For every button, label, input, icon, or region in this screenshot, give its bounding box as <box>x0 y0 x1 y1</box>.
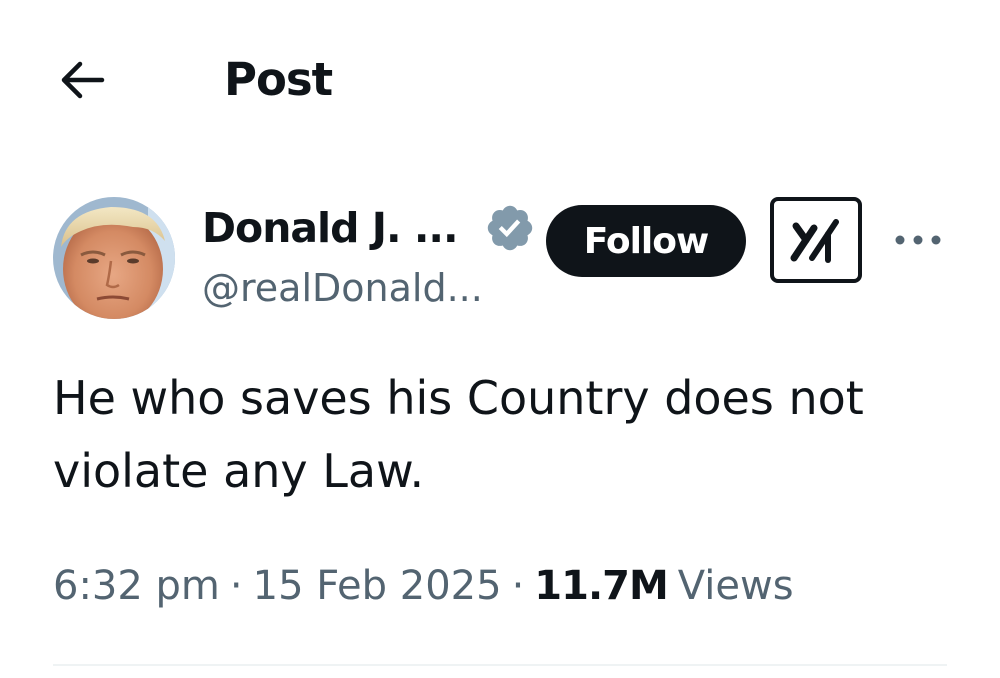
more-horizontal-icon <box>895 235 941 245</box>
author-handle[interactable]: @realDonald... <box>202 262 483 314</box>
post-time[interactable]: 6:32 pm <box>53 563 220 609</box>
post-date[interactable]: 15 Feb 2025 <box>253 563 502 609</box>
back-button[interactable] <box>52 52 112 108</box>
views-count: 11.7M <box>534 563 668 609</box>
avatar[interactable] <box>53 197 175 319</box>
page-title: Post <box>224 53 333 106</box>
meta-separator: · <box>511 563 525 609</box>
more-options-button[interactable] <box>888 216 948 264</box>
views-label: Views <box>677 563 794 609</box>
author-display-name[interactable]: Donald J. ... <box>202 204 459 252</box>
post-meta: 6:32 pm · 15 Feb 2025 · 11.7M Views <box>53 556 794 616</box>
arrow-left-icon <box>61 61 105 99</box>
author-name-row: Donald J. ... <box>202 198 536 258</box>
meta-separator: · <box>229 563 243 609</box>
grok-icon <box>790 219 839 263</box>
divider <box>53 664 947 666</box>
grok-button[interactable] <box>770 197 862 283</box>
post-text: He who saves his Country does not violat… <box>53 371 864 498</box>
verified-badge-icon <box>484 202 536 254</box>
follow-button[interactable]: Follow <box>546 205 746 277</box>
profile-photo <box>53 197 175 319</box>
